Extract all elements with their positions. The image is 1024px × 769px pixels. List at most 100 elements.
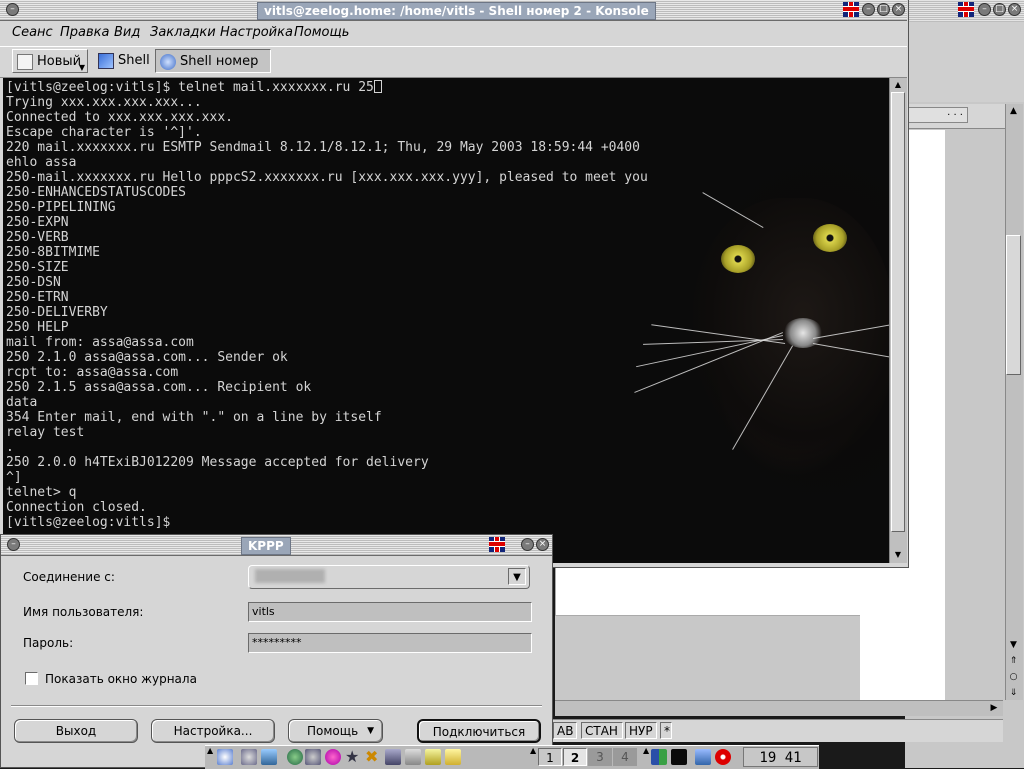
new-session-label: Новый: [37, 54, 82, 69]
menu-help[interactable]: Помощь: [294, 25, 349, 40]
tab-shell-1[interactable]: Shell: [94, 49, 152, 73]
desktop-icon[interactable]: [261, 749, 277, 765]
menu-view[interactable]: Вид: [114, 25, 140, 40]
notes-icon[interactable]: [425, 749, 441, 765]
terminal-line: 250-SIZE: [6, 260, 69, 275]
browser-icon[interactable]: [287, 749, 303, 765]
browse-icon[interactable]: ○: [1006, 670, 1021, 685]
background-page-right: [860, 565, 945, 700]
show-log-checkbox[interactable]: [25, 672, 38, 685]
page-up-icon[interactable]: ⇑: [1006, 654, 1021, 669]
password-field[interactable]: *********: [248, 633, 532, 653]
background-combo[interactable]: · · ·: [908, 107, 968, 123]
background-scroll-thumb[interactable]: [1006, 235, 1021, 375]
close-icon[interactable]: ×: [892, 3, 905, 16]
menu-session[interactable]: Сеанс: [12, 25, 53, 40]
terminal-line: 250-VERB: [6, 230, 69, 245]
window-menu-icon[interactable]: –: [6, 3, 19, 16]
background-toolbar-row: · · ·: [905, 104, 1005, 129]
show-log-label: Показать окно журнала: [45, 672, 197, 686]
connect-button[interactable]: Подключиться: [417, 719, 541, 743]
star-icon[interactable]: ★: [345, 749, 361, 765]
editor-icon[interactable]: [405, 749, 421, 765]
scroll-down-icon[interactable]: ▼: [890, 548, 906, 561]
terminal-line: 250 HELP: [6, 320, 69, 335]
terminal-taskbar-icon[interactable]: [671, 749, 687, 765]
page-down-icon[interactable]: ⇓: [1006, 686, 1021, 700]
flower-icon[interactable]: [325, 749, 341, 765]
quit-button[interactable]: Выход: [14, 719, 138, 743]
setup-button-label: Настройка...: [173, 724, 253, 738]
desktop-3-button[interactable]: 3: [588, 748, 612, 766]
dropdown-arrow-icon: ▼: [78, 63, 85, 72]
divider: [11, 705, 542, 707]
konsole-titlebar[interactable]: – vitls@zeelog.home: /home/vitls - Shell…: [0, 0, 907, 21]
setup-button[interactable]: Настройка...: [151, 719, 275, 743]
username-field[interactable]: vitls: [248, 602, 532, 622]
background-page: [555, 565, 862, 616]
terminal-line: 220 mail.xxxxxxx.ru ESMTP Sendmail 8.12.…: [6, 140, 640, 155]
kppp-title: KPPP: [241, 537, 291, 555]
scroll-up-icon[interactable]: ▲: [1006, 104, 1021, 119]
close-icon[interactable]: ×: [536, 538, 549, 551]
keyboard-layout-flag-icon[interactable]: [843, 2, 859, 17]
connection-select[interactable]: ▼: [248, 565, 530, 589]
new-session-button[interactable]: Новый ▼: [12, 49, 88, 73]
panel-hide-arrow-icon[interactable]: ▲: [207, 746, 213, 755]
lock-icon[interactable]: [695, 749, 711, 765]
close-icon[interactable]: ×: [1008, 3, 1021, 16]
desktop-4-button[interactable]: 4: [613, 748, 637, 766]
kppp-titlebar[interactable]: – KPPP – ×: [1, 535, 552, 556]
cat-eye-left: [721, 245, 755, 273]
menu-settings[interactable]: Настройка: [220, 25, 293, 40]
status-segment-hyp: НУР: [625, 722, 657, 739]
background-horizontal-scrollbar[interactable]: ▶: [555, 700, 1003, 716]
dropdown-arrow-icon: ▼: [367, 726, 374, 736]
terminal-line: 250-PIPELINING: [6, 200, 116, 215]
monitor-icon[interactable]: [385, 749, 401, 765]
help-button[interactable]: Помощь ▼: [288, 719, 383, 743]
keyboard-layout-flag-icon[interactable]: [958, 2, 974, 17]
connect-button-label: Подключиться: [432, 725, 526, 739]
terminal-scrollbar[interactable]: ▲ ▼: [889, 78, 907, 563]
scroll-right-icon[interactable]: ▶: [987, 701, 1001, 715]
help-button-label: Помощь: [307, 724, 359, 738]
minimize-icon[interactable]: –: [978, 3, 991, 16]
minimize-icon[interactable]: –: [862, 3, 875, 16]
terminal-line: 354 Enter mail, end with "." on a line b…: [6, 410, 382, 425]
username-label: Имя пользователя:: [23, 605, 144, 619]
panel-arrow-icon[interactable]: ▲: [643, 746, 649, 755]
scroll-up-icon[interactable]: ▲: [890, 78, 906, 91]
scroll-down-icon[interactable]: ▼: [1006, 638, 1021, 653]
maximize-icon[interactable]: □: [877, 3, 890, 16]
logout-icon[interactable]: [715, 749, 731, 765]
terminal-icon: [98, 53, 114, 69]
settings-icon[interactable]: [305, 749, 321, 765]
clock[interactable]: 19 41: [743, 747, 818, 767]
cat-eye-right: [813, 224, 847, 252]
window-list-icon[interactable]: [651, 749, 667, 765]
terminal-scroll-thumb[interactable]: [891, 92, 905, 532]
terminal-line: [vitls@zeelog:vitls]$ telnet mail.xxxxxx…: [6, 80, 648, 95]
tab-shell-2[interactable]: Shell номер 2: [155, 49, 271, 93]
window-menu-icon[interactable]: –: [7, 538, 20, 551]
menu-bookmarks[interactable]: Закладки: [150, 25, 216, 40]
maximize-icon[interactable]: □: [993, 3, 1006, 16]
tools-icon[interactable]: ✖: [365, 749, 381, 765]
panel-arrow-icon[interactable]: ▲: [530, 746, 536, 755]
desktop-2-button[interactable]: 2: [563, 748, 587, 766]
background-window-titlebar[interactable]: – □ ×: [905, 0, 1024, 23]
terminal-line: 250-DELIVERBY: [6, 305, 108, 320]
desktop-1-button[interactable]: 1: [538, 748, 562, 766]
calendar-icon[interactable]: [445, 749, 461, 765]
menu-edit[interactable]: Правка: [60, 25, 109, 40]
network-icon[interactable]: [241, 749, 257, 765]
kmenu-icon[interactable]: [217, 749, 233, 765]
terminal-line: 250-mail.xxxxxxx.ru Hello pppcS2.xxxxxxx…: [6, 170, 648, 185]
terminal-view[interactable]: [vitls@zeelog:vitls]$ telnet mail.xxxxxx…: [3, 78, 889, 563]
keyboard-layout-flag-icon[interactable]: [489, 537, 505, 552]
background-vertical-scrollbar[interactable]: ▲ ▼ ⇑ ○ ⇓: [1005, 104, 1023, 700]
chevron-down-icon[interactable]: ▼: [508, 568, 526, 585]
minimize-icon[interactable]: –: [521, 538, 534, 551]
terminal-line: data: [6, 395, 38, 410]
